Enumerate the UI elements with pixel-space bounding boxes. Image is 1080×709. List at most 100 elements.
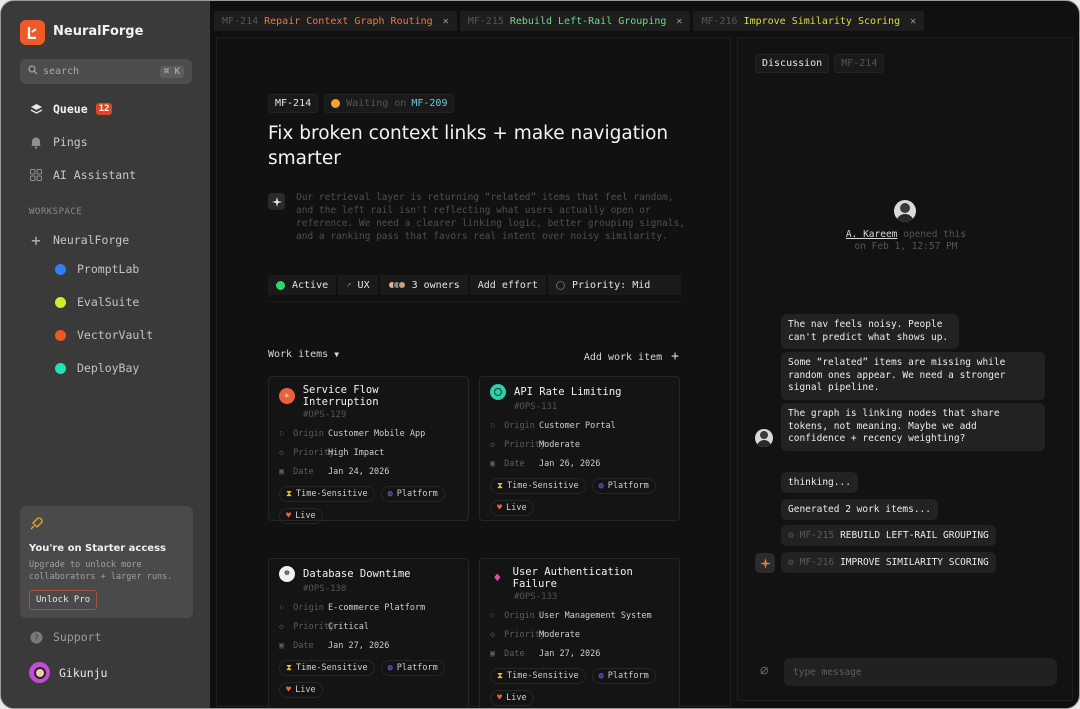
project-color-dot bbox=[55, 362, 66, 374]
add-effort-button[interactable]: Add effort bbox=[470, 275, 548, 295]
live-icon: ♥ bbox=[286, 685, 292, 695]
platform-icon: ◍ bbox=[387, 663, 393, 673]
status-property[interactable]: Active bbox=[268, 275, 339, 295]
project-vectorvault[interactable]: VectorVault bbox=[55, 328, 153, 342]
issue-meta: MF-214 Waiting on MF-209 bbox=[268, 94, 455, 113]
tab-mf-215[interactable]: MF-215 Rebuild Left-Rail Grouping ✕ bbox=[459, 11, 691, 31]
tag-label: Time-Sensitive bbox=[295, 663, 368, 673]
app-logo-icon bbox=[20, 20, 45, 45]
work-item-code: #OPS-133 bbox=[514, 592, 558, 602]
platform-icon: ◍ bbox=[387, 489, 393, 499]
message-input[interactable]: type message bbox=[784, 658, 1057, 686]
chat-message: Some “related” items are missing while r… bbox=[781, 352, 1045, 400]
close-icon[interactable]: ✕ bbox=[443, 16, 449, 27]
work-item-title: API Rate Limiting bbox=[514, 386, 622, 398]
owners-count: 3 owners bbox=[411, 279, 460, 291]
tab-discussion[interactable]: Discussion bbox=[755, 54, 830, 73]
work-item-code: #OPS-129 bbox=[303, 410, 347, 420]
tag-platform[interactable]: ◍ Platform bbox=[380, 486, 445, 502]
calendar-icon: ▣ bbox=[490, 649, 496, 659]
flag-icon: ⚐ bbox=[490, 421, 496, 431]
generated-item-link[interactable]: ⚙ MF-215 REBUILD LEFT-RAIL GROUPING bbox=[781, 525, 996, 546]
label-property[interactable]: ↗ UX bbox=[338, 275, 380, 295]
flag-icon: ⚐ bbox=[279, 429, 285, 439]
date-value: Jan 27, 2026 bbox=[539, 649, 601, 659]
tag-label: Platform bbox=[396, 663, 438, 673]
project-evalsuite[interactable]: EvalSuite bbox=[55, 295, 139, 309]
bell-icon bbox=[29, 135, 43, 149]
work-item-card[interactable]: ♦ User Authentication Failure #OPS-133 ⚐ O… bbox=[479, 558, 680, 708]
tag-label: Time-Sensitive bbox=[295, 489, 368, 499]
tag-label: Platform bbox=[607, 671, 649, 681]
unlock-pro-button[interactable]: Unlock Pro bbox=[29, 590, 98, 610]
sidebar-item-queue[interactable]: Queue 12 bbox=[29, 102, 113, 116]
work-items-dropdown[interactable]: Work items ▼ bbox=[268, 349, 339, 360]
tag-live[interactable]: ♥ Live bbox=[279, 682, 323, 698]
discussion-panel: Discussion MF-214 A. Kareem opened this … bbox=[737, 37, 1073, 701]
tag-time-sensitive[interactable]: ⧗ Time-Sensitive bbox=[490, 668, 586, 684]
support-link[interactable]: ? Support bbox=[29, 630, 101, 644]
work-item-card[interactable]: ✳ Service Flow Interruption #OPS-129 ⚐ Ori… bbox=[268, 376, 469, 524]
tag-label: Platform bbox=[607, 481, 649, 491]
tag-time-sensitive[interactable]: ⧗ Time-Sensitive bbox=[279, 660, 375, 676]
grid-icon bbox=[29, 168, 43, 182]
add-work-item-button[interactable]: Add work item + bbox=[584, 349, 679, 364]
tag-live[interactable]: ♥ Live bbox=[490, 690, 534, 706]
upgrade-description: Upgrade to unlock more collaborators + l… bbox=[29, 560, 173, 582]
tag-time-sensitive[interactable]: ⧗ Time-Sensitive bbox=[490, 478, 586, 494]
sparkle-icon bbox=[268, 193, 285, 210]
priority-value: Moderate bbox=[539, 440, 580, 450]
waiting-issue-link[interactable]: MF-209 bbox=[411, 98, 447, 109]
sidebar-item-ai-assistant[interactable]: AI Assistant bbox=[29, 168, 136, 182]
sidebar-item-pings[interactable]: Pings bbox=[29, 135, 88, 149]
upgrade-title: You're on Starter access bbox=[29, 543, 166, 554]
owners-property[interactable]: 3 owners bbox=[380, 275, 470, 295]
waiting-on-badge[interactable]: Waiting on MF-209 bbox=[324, 94, 455, 113]
chat-message: The graph is linking nodes that share to… bbox=[781, 403, 1045, 451]
work-item-card[interactable]: ☸ Database Downtime #OPS-130 ⚐ Origin E-com… bbox=[268, 558, 469, 708]
issue-title: Fix broken context links + make navigati… bbox=[268, 123, 669, 169]
attach-icon[interactable]: ⌀ bbox=[760, 663, 768, 679]
project-promptlab[interactable]: PromptLab bbox=[55, 262, 139, 276]
avatar bbox=[894, 200, 916, 222]
close-icon[interactable]: ✕ bbox=[676, 16, 682, 27]
date-value: Jan 26, 2026 bbox=[539, 459, 601, 469]
gear-icon: ⚙ bbox=[788, 557, 794, 568]
opener-link[interactable]: A. Kareem bbox=[846, 229, 897, 240]
tag-platform[interactable]: ◍ Platform bbox=[380, 660, 445, 676]
diamond-icon: ◇ bbox=[279, 448, 285, 458]
search-input[interactable]: search ⌘ K bbox=[20, 59, 192, 84]
priority-label: Priority: Mid bbox=[571, 279, 651, 291]
project-deploybay[interactable]: DeployBay bbox=[55, 361, 139, 375]
user-profile[interactable]: Gikunju bbox=[29, 662, 107, 683]
workspace-root[interactable]: + NeuralForge bbox=[29, 231, 129, 250]
date-key: Date bbox=[504, 459, 525, 469]
calendar-icon: ▣ bbox=[279, 641, 285, 651]
project-color-dot bbox=[55, 329, 66, 341]
tab-id: MF-214 bbox=[222, 15, 259, 27]
tag-platform[interactable]: ◍ Platform bbox=[591, 668, 656, 684]
work-item-code: #OPS-131 bbox=[514, 402, 558, 412]
priority-property[interactable]: Priority: Mid bbox=[548, 275, 658, 295]
queue-count-badge: 12 bbox=[95, 103, 113, 115]
tag-live[interactable]: ♥ Live bbox=[490, 500, 534, 516]
tab-bar: MF-214 Repair Context Graph Routing ✕ MF… bbox=[214, 11, 925, 31]
search-shortcut: ⌘ K bbox=[159, 65, 184, 78]
generated-item-id: MF-215 bbox=[799, 530, 835, 541]
label-value: UX bbox=[357, 279, 370, 291]
flame-icon: ♦ bbox=[493, 570, 502, 586]
platform-icon: ◍ bbox=[598, 671, 604, 681]
generated-item-link[interactable]: ⚙ MF-216 IMPROVE SIMILARITY SCORING bbox=[781, 552, 996, 573]
work-item-title: Database Downtime bbox=[303, 568, 411, 580]
hourglass-icon: ⧗ bbox=[497, 671, 503, 681]
tab-mf-216[interactable]: MF-216 Improve Similarity Scoring ✕ bbox=[693, 11, 925, 31]
tag-live[interactable]: ♥ Live bbox=[279, 508, 323, 524]
platform-icon: ◍ bbox=[598, 481, 604, 491]
live-icon: ♥ bbox=[497, 693, 503, 703]
close-icon[interactable]: ✕ bbox=[910, 16, 916, 27]
tab-mf-214[interactable]: MF-214 Repair Context Graph Routing ✕ bbox=[214, 11, 457, 31]
tag-platform[interactable]: ◍ Platform bbox=[591, 478, 656, 494]
status-dot-icon bbox=[276, 280, 285, 290]
tag-time-sensitive[interactable]: ⧗ Time-Sensitive bbox=[279, 486, 375, 502]
work-item-card[interactable]: API Rate Limiting #OPS-131 ⚐ Origin Custom… bbox=[479, 376, 680, 521]
